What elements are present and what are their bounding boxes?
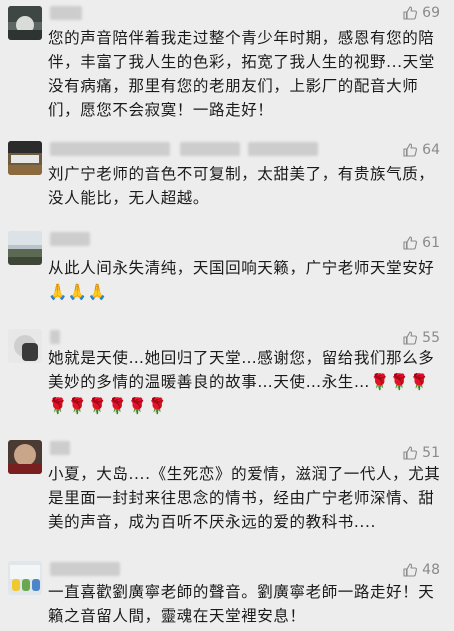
comment-text: 从此人间永失清纯，天国回响天籁，广宁老师天堂安好🙏🙏🙏	[48, 259, 435, 301]
comment-text: 小夏，大岛....《生死恋》的爱情，滋润了一代人，尤其是里面一封封来往思念的情书…	[48, 465, 441, 531]
like-count-button[interactable]: 69	[402, 4, 440, 22]
like-count: 61	[422, 235, 440, 251]
comment-text: 刘广宁老师的音色不可复制，太甜美了，有贵族气质，没人能比，无人超越。	[48, 165, 435, 207]
like-count: 51	[422, 445, 440, 461]
username-redacted	[50, 441, 70, 455]
username-redacted	[248, 142, 318, 156]
thumbs-up-icon	[402, 562, 418, 578]
like-count: 48	[422, 562, 440, 578]
avatar[interactable]	[8, 6, 42, 40]
like-count: 69	[422, 5, 440, 21]
comment-text: 您的声音陪伴着我走过整个青少年时期，感恩有您的陪伴，丰富了我人生的色彩，拓宽了我…	[48, 29, 435, 119]
avatar[interactable]	[8, 231, 42, 265]
thumbs-up-icon	[402, 142, 418, 158]
username-redacted	[50, 6, 82, 20]
username-redacted	[50, 562, 120, 576]
avatar[interactable]	[8, 561, 42, 595]
avatar[interactable]	[8, 440, 42, 474]
like-count-button[interactable]: 51	[402, 444, 440, 462]
thumbs-up-icon	[402, 445, 418, 461]
username-redacted	[50, 142, 170, 156]
username-redacted	[50, 330, 60, 344]
like-count: 55	[422, 330, 440, 346]
like-count-button[interactable]: 64	[402, 141, 440, 159]
thumbs-up-icon	[402, 330, 418, 346]
thumbs-up-icon	[402, 5, 418, 21]
avatar[interactable]	[8, 141, 42, 175]
like-count: 64	[422, 142, 440, 158]
username-redacted	[50, 232, 90, 246]
comment-text: 一直喜歡劉廣寧老師的聲音。劉廣寧老師一路走好！天籟之音留人間，靈魂在天堂裡安息！	[48, 583, 435, 625]
avatar[interactable]	[8, 329, 42, 363]
thumbs-up-icon	[402, 235, 418, 251]
like-count-button[interactable]: 61	[402, 234, 440, 252]
like-count-button[interactable]: 55	[402, 329, 440, 347]
username-redacted	[180, 142, 240, 156]
comment-text: 她就是天使…她回归了天堂…感谢您，留给我们那么多美妙的多情的温暖善良的故事…天使…	[48, 349, 435, 415]
like-count-button[interactable]: 48	[402, 561, 440, 579]
